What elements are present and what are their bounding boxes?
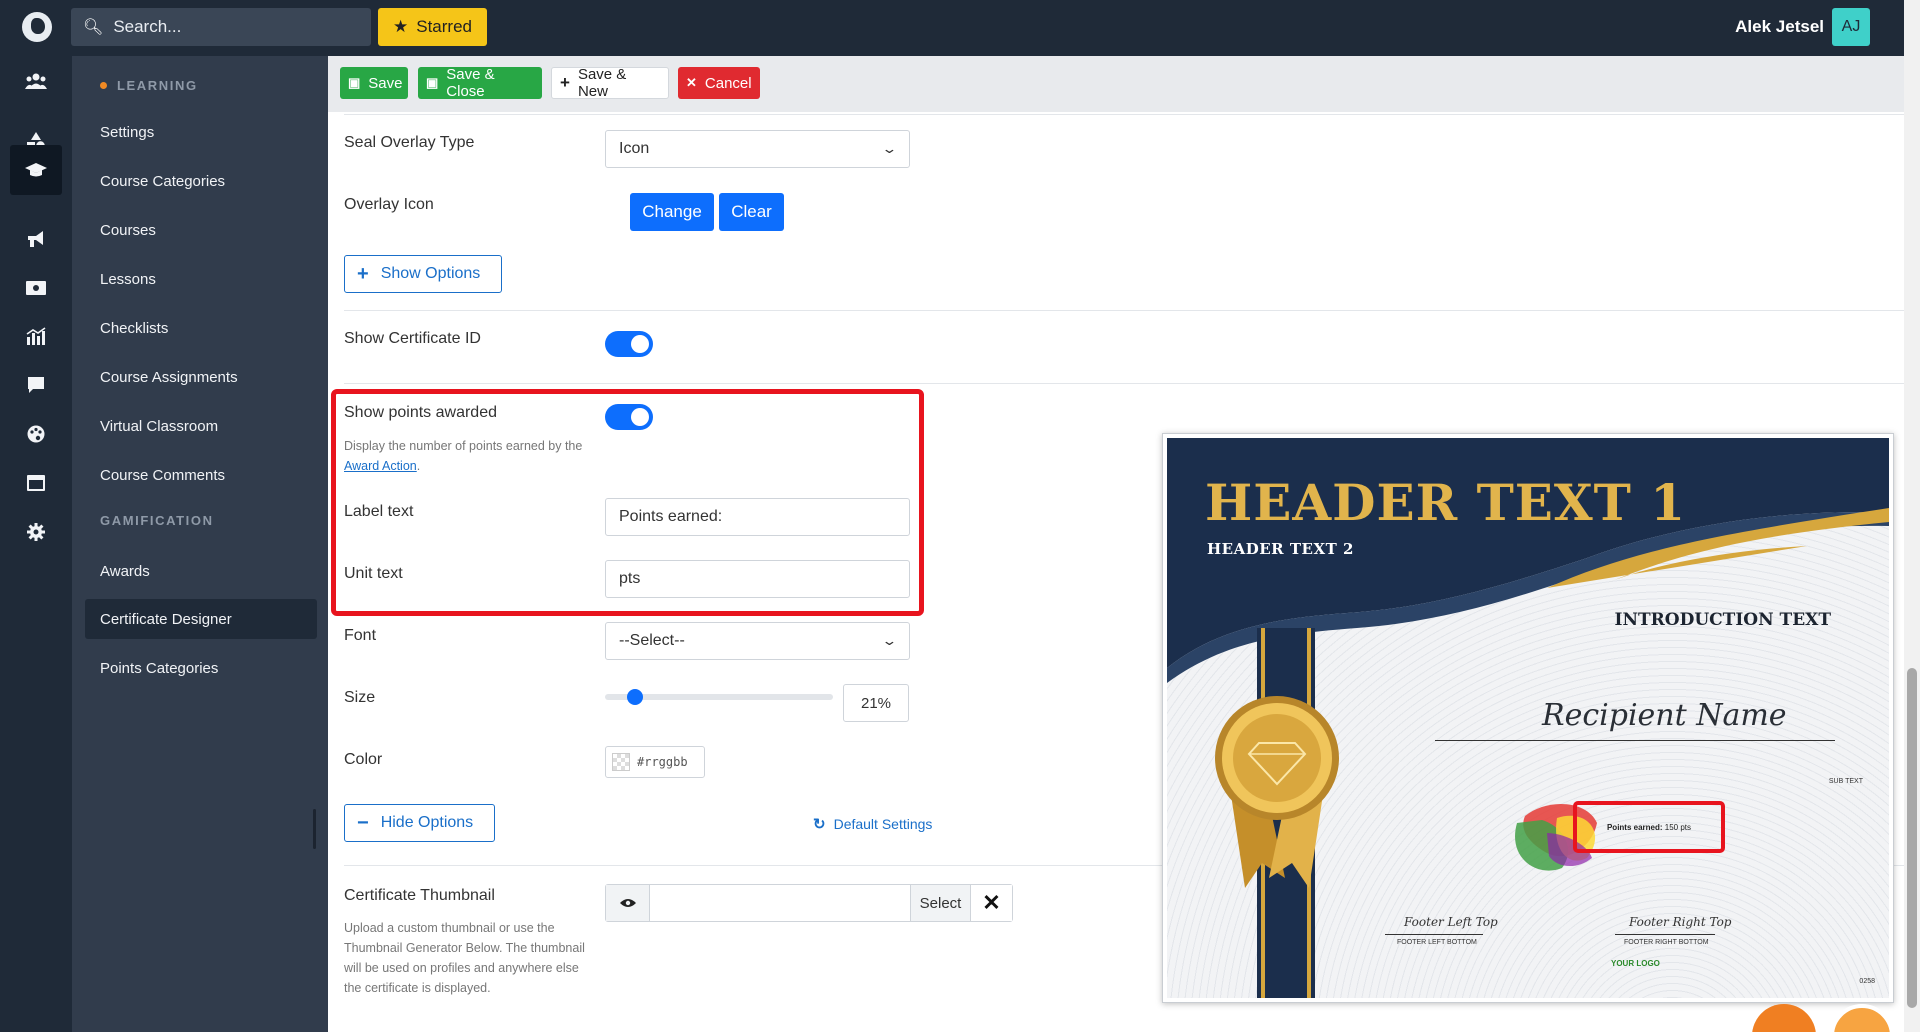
- font-select[interactable]: --Select-- ⌄: [605, 622, 910, 660]
- divider: [344, 310, 1906, 311]
- size-slider-thumb[interactable]: [627, 689, 643, 705]
- plus-icon: +: [357, 262, 369, 285]
- certificate-footer-right-bottom: FOOTER RIGHT BOTTOM: [1624, 939, 1709, 946]
- gear-icon[interactable]: [10, 507, 62, 557]
- certificate-thumbnail-picker: Select ✕: [605, 884, 1013, 922]
- window-icon[interactable]: [10, 458, 62, 508]
- sidebar-item-course-categories[interactable]: Course Categories: [85, 161, 317, 201]
- certificate-footer-left-top: Footer Left Top: [1404, 915, 1498, 929]
- show-certificate-id-label: Show Certificate ID: [344, 330, 481, 347]
- sidebar-item-lessons[interactable]: Lessons: [85, 259, 317, 299]
- refresh-icon: ↻: [813, 816, 826, 833]
- starred-label: Starred: [416, 17, 472, 36]
- certificate-footer-left-bottom: FOOTER LEFT BOTTOM: [1397, 939, 1477, 946]
- save-close-button[interactable]: ▣ Save & Close: [418, 66, 542, 100]
- users-icon[interactable]: [10, 56, 62, 106]
- footer-right-line: [1615, 934, 1715, 935]
- chevron-down-icon: ⌄: [881, 141, 898, 156]
- graduation-cap-icon[interactable]: [10, 145, 62, 195]
- show-certificate-id-toggle[interactable]: [605, 331, 653, 357]
- footer-left-line: [1385, 934, 1483, 935]
- clear-icon-button[interactable]: Clear: [719, 193, 784, 231]
- thumbnail-path-input[interactable]: [650, 885, 910, 921]
- minus-icon: −: [357, 811, 369, 834]
- close-icon: ✕: [686, 75, 697, 90]
- floppy-disk-icon: ▣: [426, 75, 439, 90]
- show-options-button[interactable]: + Show Options: [344, 255, 502, 293]
- search-box[interactable]: 🔍︎: [71, 8, 371, 46]
- change-icon-button[interactable]: Change: [630, 193, 714, 231]
- eye-icon[interactable]: [606, 885, 650, 921]
- transparent-swatch-icon: [612, 753, 630, 771]
- starred-button[interactable]: ★ Starred: [378, 8, 487, 46]
- certificate-canvas: HEADER TEXT 1 HEADER TEXT 2 INTRODUCTION…: [1167, 438, 1889, 998]
- cancel-button[interactable]: ✕ Cancel: [678, 67, 760, 99]
- font-label: Font: [344, 627, 377, 644]
- certificate-header-1: HEADER TEXT 1: [1205, 473, 1687, 532]
- certificate-thumbnail-label: Certificate Thumbnail: [344, 887, 495, 904]
- certificate-name-line: [1435, 740, 1835, 741]
- certificate-recipient-name: Recipient Name: [1542, 698, 1787, 733]
- save-button[interactable]: ▣ Save: [340, 67, 408, 99]
- star-icon: ★: [393, 17, 409, 36]
- size-label: Size: [344, 689, 376, 706]
- certificate-thumbnail-help: Upload a custom thumbnail or use the Thu…: [344, 921, 585, 995]
- money-bill-icon[interactable]: [10, 263, 62, 313]
- sidebar-item-course-comments[interactable]: Course Comments: [85, 455, 317, 495]
- page-scrollbar-thumb[interactable]: [1907, 668, 1917, 1008]
- top-bar: 🔍︎ ★ Starred Alek Jetsel AJ: [0, 0, 1920, 56]
- sidebar-item-checklists[interactable]: Checklists: [85, 308, 317, 348]
- palette-icon[interactable]: [10, 409, 62, 459]
- certificate-intro-text: INTRODUCTION TEXT: [1614, 610, 1832, 630]
- certificate-sub-text: SUB TEXT: [1828, 778, 1863, 785]
- sidebar-item-points-categories[interactable]: Points Categories: [85, 648, 317, 688]
- save-new-button[interactable]: + Save & New: [551, 66, 669, 100]
- chart-icon[interactable]: [10, 311, 62, 361]
- sidebar-item-course-assignments[interactable]: Course Assignments: [85, 357, 317, 397]
- sidebar-scrollbar[interactable]: [313, 809, 316, 849]
- color-label: Color: [344, 751, 383, 768]
- floppy-disk-icon: ▣: [348, 75, 361, 90]
- overlay-icon-label: Overlay Icon: [344, 196, 434, 213]
- divider: [344, 383, 1906, 384]
- certificate-points-box: Points earned: 150 pts: [1573, 801, 1725, 853]
- plus-icon: +: [560, 73, 570, 92]
- action-toolbar: ▣ Save ▣ Save & Close + Save & New ✕ Cancel: [328, 56, 1904, 112]
- icon-rail: [0, 56, 72, 1032]
- sidebar-item-awards[interactable]: Awards: [85, 551, 317, 591]
- seal-overlay-type-select[interactable]: Icon ⌄: [605, 130, 910, 168]
- sidebar-section-learning: LEARNING: [100, 78, 198, 93]
- hide-options-button[interactable]: − Hide Options: [344, 804, 495, 842]
- sidebar-item-certificate-designer[interactable]: Certificate Designer: [85, 599, 317, 639]
- sidebar-item-settings[interactable]: Settings: [85, 112, 317, 152]
- certificate-code: 0258: [1859, 978, 1875, 985]
- chevron-down-icon: ⌄: [881, 633, 898, 648]
- certificate-preview: HEADER TEXT 1 HEADER TEXT 2 INTRODUCTION…: [1162, 433, 1894, 1003]
- sidebar-section-gamification: GAMIFICATION: [100, 513, 214, 528]
- app-logo-icon[interactable]: [22, 12, 52, 42]
- user-name[interactable]: Alek Jetsel: [1735, 17, 1824, 37]
- search-icon: 🔍︎: [83, 19, 104, 36]
- color-input[interactable]: #rrggbb: [605, 746, 705, 778]
- active-section-dot: [100, 82, 107, 89]
- size-value[interactable]: 21%: [843, 684, 909, 722]
- megaphone-icon[interactable]: [10, 214, 62, 264]
- search-input[interactable]: [113, 17, 354, 37]
- default-settings-link[interactable]: ↻ Default Settings: [813, 815, 932, 833]
- divider: [344, 114, 1906, 115]
- certificate-header-2: HEADER TEXT 2: [1207, 540, 1354, 558]
- close-icon[interactable]: ✕: [970, 885, 1012, 921]
- certificate-logo-text: YOUR LOGO: [1611, 959, 1660, 968]
- annotation-highlight-box: [331, 389, 924, 616]
- thumbnail-select-button[interactable]: Select: [910, 885, 970, 921]
- chat-icon[interactable]: [10, 360, 62, 410]
- sidebar-item-virtual-classroom[interactable]: Virtual Classroom: [85, 406, 317, 446]
- avatar[interactable]: AJ: [1832, 8, 1870, 46]
- seal-overlay-type-label: Seal Overlay Type: [344, 134, 475, 151]
- sidebar: LEARNING Settings Course Categories Cour…: [72, 56, 328, 1032]
- certificate-footer-right-top: Footer Right Top: [1629, 915, 1732, 929]
- sidebar-item-courses[interactable]: Courses: [85, 210, 317, 250]
